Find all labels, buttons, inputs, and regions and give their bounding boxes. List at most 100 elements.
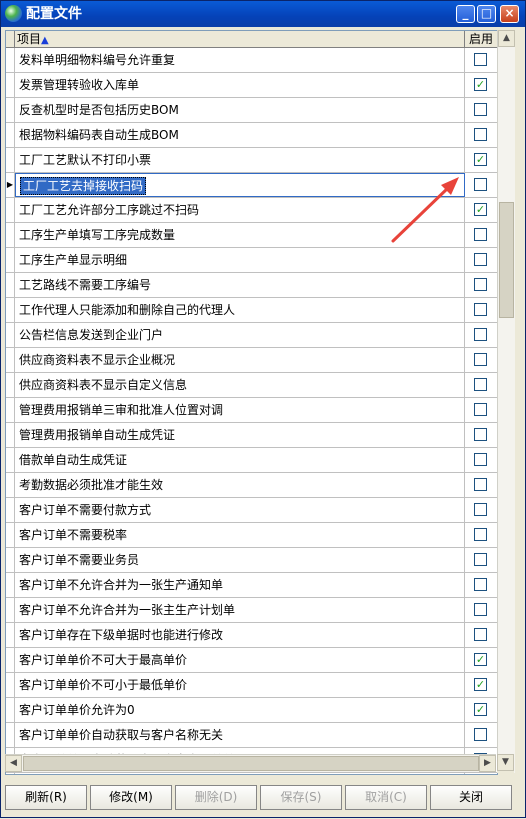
row-indicator[interactable] (6, 348, 15, 372)
enabled-checkbox[interactable] (474, 503, 487, 516)
scroll-up-button[interactable]: ▲ (498, 30, 515, 47)
row-enabled-cell[interactable] (465, 573, 497, 597)
table-row[interactable]: 客户订单单价不可大于最高单价 ✓ (6, 648, 497, 673)
row-indicator[interactable] (6, 298, 15, 322)
enabled-checkbox[interactable] (474, 478, 487, 491)
scroll-right-button[interactable]: ▶ (479, 755, 496, 772)
row-indicator[interactable] (6, 373, 15, 397)
enabled-checkbox[interactable] (474, 328, 487, 341)
enabled-checkbox[interactable] (474, 528, 487, 541)
enabled-checkbox[interactable] (474, 628, 487, 641)
enabled-checkbox[interactable] (474, 253, 487, 266)
row-item-name[interactable]: 客户订单不需要业务员 (15, 548, 465, 572)
row-indicator[interactable] (6, 773, 15, 774)
table-row[interactable]: 管理费用报销单自动生成凭证 (6, 423, 497, 448)
row-indicator[interactable] (6, 623, 15, 647)
enabled-checkbox[interactable] (474, 603, 487, 616)
row-enabled-cell[interactable] (465, 298, 497, 322)
row-enabled-cell[interactable] (465, 123, 497, 147)
row-item-name[interactable]: 根据物料编码表自动生成BOM (15, 123, 465, 147)
column-header-enabled[interactable]: 启用 (465, 31, 497, 47)
table-row[interactable]: 客户订单不需要税率 (6, 523, 497, 548)
table-row[interactable]: 发料单明细物料编号允许重复 (6, 48, 497, 73)
row-item-name[interactable]: 客户订单不允许合并为一张主生产计划单 (15, 598, 465, 622)
row-enabled-cell[interactable] (465, 498, 497, 522)
enabled-checkbox[interactable] (474, 53, 487, 66)
row-enabled-cell[interactable] (465, 273, 497, 297)
row-indicator[interactable] (6, 573, 15, 597)
delete-button[interactable]: 删除(D) (175, 785, 257, 810)
row-enabled-cell[interactable] (465, 773, 497, 774)
table-row[interactable]: 客户订单不需要付款方式 (6, 498, 497, 523)
row-indicator[interactable] (6, 723, 15, 747)
row-enabled-cell[interactable]: ✓ (465, 73, 497, 97)
enabled-checkbox[interactable] (474, 128, 487, 141)
row-item-name[interactable]: 工序生产单填写工序完成数量 (15, 223, 465, 247)
row-item-name[interactable]: 客户订单单价不可大于最高单价 (15, 648, 465, 672)
row-enabled-cell[interactable] (465, 523, 497, 547)
row-enabled-cell[interactable] (465, 473, 497, 497)
enabled-checkbox[interactable] (474, 103, 487, 116)
row-enabled-cell[interactable]: ✓ (465, 698, 497, 722)
row-enabled-cell[interactable] (465, 548, 497, 572)
row-item-name[interactable]: 客户订单不需要付款方式 (15, 498, 465, 522)
row-enabled-cell[interactable]: ✓ (465, 648, 497, 672)
row-enabled-cell[interactable] (465, 723, 497, 747)
row-enabled-cell[interactable] (465, 173, 497, 197)
row-item-name[interactable]: 工序生产单显示明细 (15, 248, 465, 272)
row-item-name[interactable]: 客户订单不允许合并为一张生产通知单 (15, 573, 465, 597)
row-indicator[interactable] (6, 598, 15, 622)
row-enabled-cell[interactable] (465, 398, 497, 422)
maximize-button[interactable]: □ (477, 5, 496, 23)
row-indicator[interactable] (6, 548, 15, 572)
table-row[interactable]: 工序生产单填写工序完成数量 (6, 223, 497, 248)
row-indicator[interactable] (6, 498, 15, 522)
row-indicator[interactable] (6, 698, 15, 722)
enabled-checkbox[interactable]: ✓ (474, 153, 487, 166)
vertical-scroll-thumb[interactable] (499, 202, 514, 318)
row-indicator[interactable] (6, 73, 15, 97)
row-enabled-cell[interactable] (465, 323, 497, 347)
enabled-checkbox[interactable] (474, 728, 487, 741)
table-row[interactable]: 根据物料编码表自动生成BOM (6, 123, 497, 148)
row-item-name[interactable]: 反查机型时是否包括历史BOM (15, 98, 465, 122)
row-indicator[interactable] (6, 148, 15, 172)
enabled-checkbox[interactable] (474, 378, 487, 391)
horizontal-scroll-thumb[interactable] (23, 756, 479, 771)
close-window-button[interactable]: × (500, 5, 519, 23)
row-item-name[interactable]: 客户订单单价不可小于最低单价 (15, 673, 465, 697)
row-indicator[interactable] (6, 423, 15, 447)
enabled-checkbox[interactable] (474, 403, 487, 416)
table-row[interactable]: 供应商资料表不显示自定义信息 (6, 373, 497, 398)
row-indicator[interactable] (6, 273, 15, 297)
row-item-name[interactable]: 工厂工艺允许部分工序跳过不扫码 (15, 198, 465, 222)
row-enabled-cell[interactable] (465, 248, 497, 272)
enabled-checkbox[interactable] (474, 178, 487, 191)
table-row[interactable]: 客户订单单价自动获取与客户名称无关 (6, 723, 497, 748)
row-item-name[interactable]: 客户订单单价自动获取自售价表的标准单价 (15, 773, 465, 774)
row-indicator[interactable] (6, 523, 15, 547)
row-item-name[interactable]: 工厂工艺默认不打印小票 (15, 148, 465, 172)
enabled-checkbox[interactable] (474, 578, 487, 591)
row-item-name[interactable]: 客户订单存在下级单据时也能进行修改 (15, 623, 465, 647)
table-row[interactable]: 客户订单单价自动获取自售价表的标准单价 (6, 773, 497, 774)
enabled-checkbox[interactable] (474, 228, 487, 241)
enabled-checkbox[interactable] (474, 278, 487, 291)
row-enabled-cell[interactable] (465, 423, 497, 447)
row-indicator[interactable] (6, 323, 15, 347)
enabled-checkbox[interactable] (474, 453, 487, 466)
enabled-checkbox[interactable]: ✓ (474, 703, 487, 716)
save-button[interactable]: 保存(S) (260, 785, 342, 810)
row-item-name[interactable]: 考勤数据必须批准才能生效 (15, 473, 465, 497)
table-row[interactable]: 考勤数据必须批准才能生效 (6, 473, 497, 498)
row-item-name[interactable]: 客户订单单价允许为0 (15, 698, 465, 722)
enabled-checkbox[interactable] (474, 353, 487, 366)
row-enabled-cell[interactable] (465, 448, 497, 472)
row-indicator[interactable] (6, 198, 15, 222)
row-enabled-cell[interactable] (465, 98, 497, 122)
row-item-name[interactable]: 工厂工艺去掉接收扫码 (15, 173, 465, 197)
row-item-name[interactable]: 发料单明细物料编号允许重复 (15, 48, 465, 72)
row-indicator[interactable] (6, 223, 15, 247)
row-enabled-cell[interactable] (465, 623, 497, 647)
table-row[interactable]: 管理费用报销单三审和批准人位置对调 (6, 398, 497, 423)
